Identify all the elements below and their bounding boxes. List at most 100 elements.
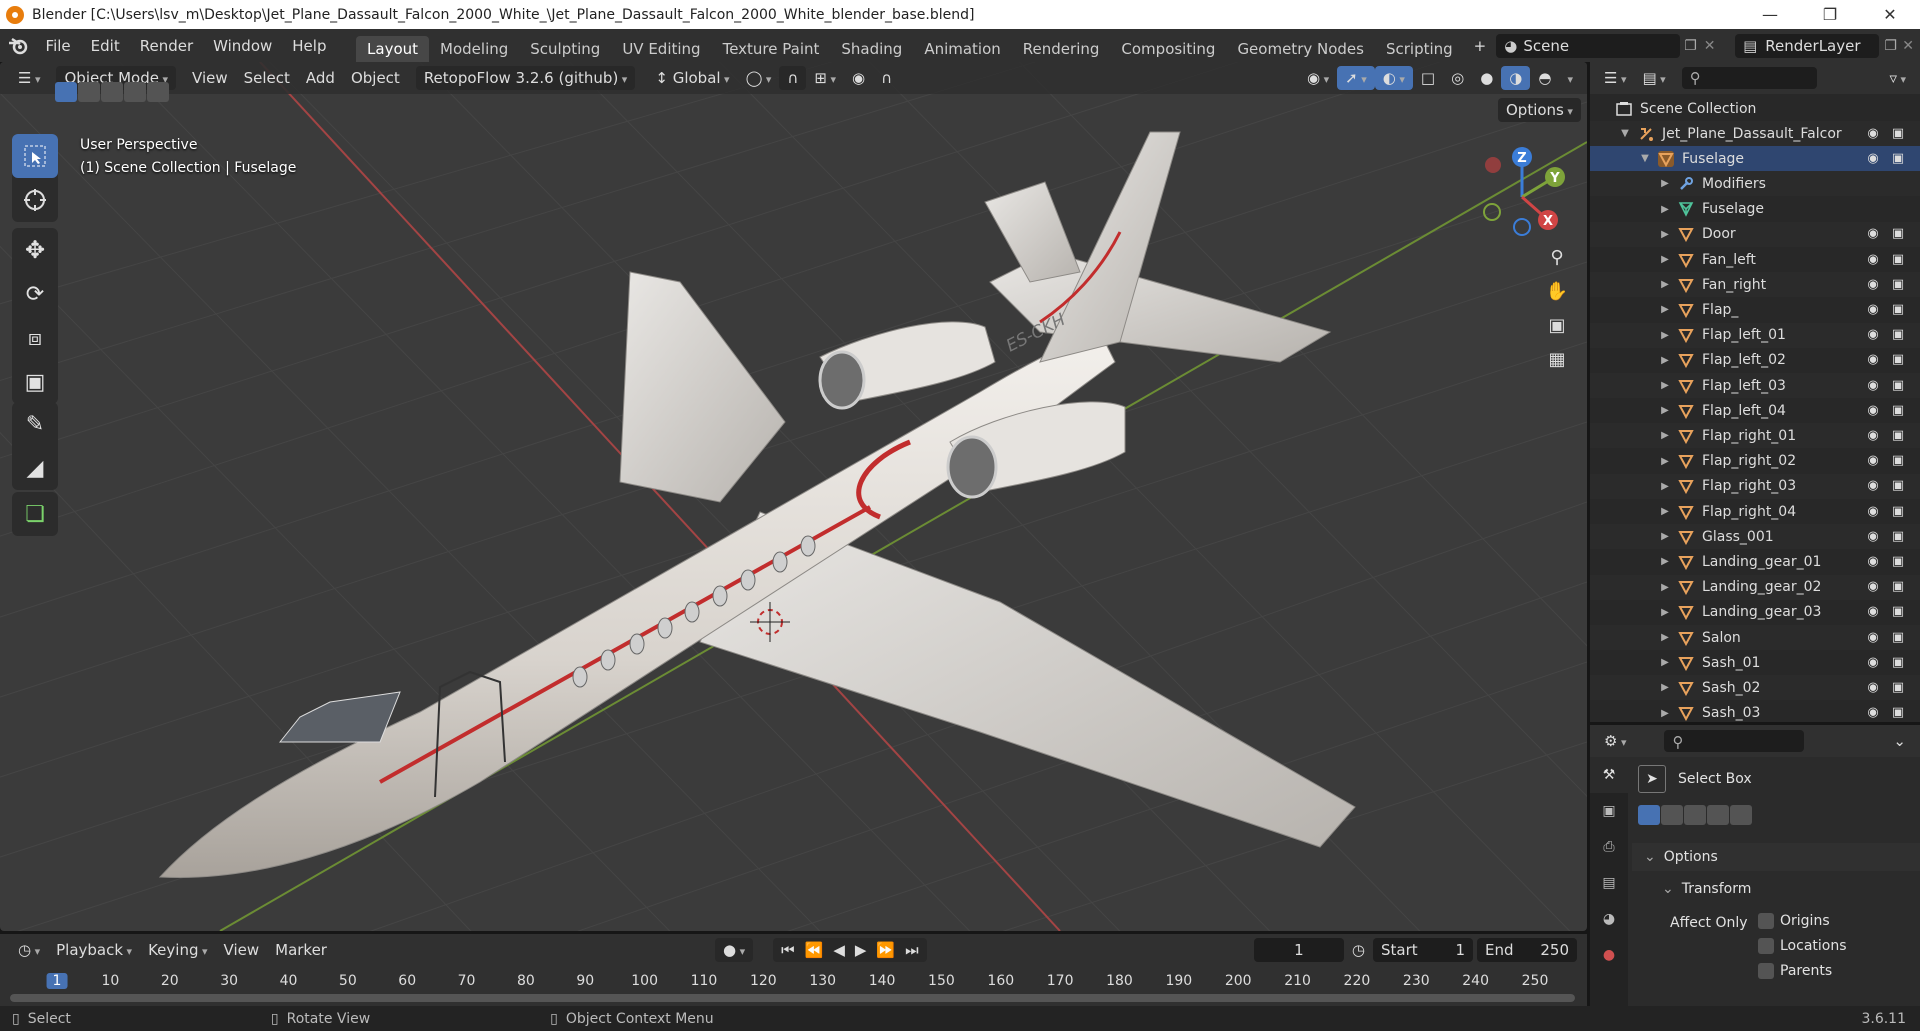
world-tab-icon[interactable]: ● [1590, 937, 1628, 973]
expand-right-icon[interactable]: ▶ [1658, 632, 1672, 643]
left-wing[interactable] [619, 271, 786, 503]
annotate-tool[interactable]: ✎ [12, 402, 58, 446]
render-camera-icon[interactable]: ▣ [1890, 353, 1906, 367]
tab-sculpting[interactable]: Sculpting [519, 36, 611, 62]
outliner-editor-type[interactable]: ☰ [1596, 66, 1634, 90]
left-stabilizer[interactable] [984, 181, 1081, 283]
outliner-root-row[interactable]: Scene Collection [1590, 96, 1920, 121]
shading-material[interactable]: ◑ [1501, 66, 1531, 90]
expand-right-icon[interactable]: ▶ [1658, 229, 1672, 240]
locations-checkbox[interactable]: Locations [1758, 938, 1847, 954]
visibility-eye-icon[interactable]: ◉ [1865, 277, 1881, 292]
tab-texture-paint[interactable]: Texture Paint [712, 36, 831, 62]
menu-edit[interactable]: Edit [81, 37, 130, 55]
shading-wireframe[interactable]: ◎ [1443, 66, 1472, 90]
render-camera-icon[interactable]: ▣ [1890, 227, 1906, 241]
visibility-eye-icon[interactable]: ◉ [1865, 328, 1881, 342]
shading-solid[interactable]: ● [1472, 66, 1501, 90]
render-camera-icon[interactable]: ▣ [1890, 252, 1906, 267]
tool-select-subtract-icon[interactable] [1684, 805, 1706, 825]
visibility-eye-icon[interactable]: ◉ [1865, 630, 1881, 645]
rotate-tool[interactable]: ⟳ [12, 272, 58, 316]
render-layer-selector[interactable]: ▤ RenderLayer [1735, 33, 1880, 58]
outliner-row[interactable]: ▶ Flap_right_03 ◉ ▣ [1590, 473, 1920, 499]
visibility-eye-icon[interactable]: ◉ [1865, 454, 1881, 468]
menu-file[interactable]: File [36, 37, 81, 55]
falloff-selector[interactable]: ∩ [873, 66, 900, 90]
origins-check-box[interactable] [1758, 913, 1774, 929]
delete-layer-icon[interactable]: ✕ [1902, 38, 1920, 54]
expand-right-icon[interactable]: ▶ [1658, 657, 1672, 668]
tab-compositing[interactable]: Compositing [1110, 36, 1226, 62]
render-camera-icon[interactable]: ▣ [1890, 630, 1906, 645]
visibility-eye-icon[interactable]: ◉ [1865, 227, 1881, 241]
tab-uv-editing[interactable]: UV Editing [611, 36, 711, 62]
render-camera-icon[interactable]: ▣ [1890, 479, 1906, 493]
tool-tab-icon[interactable]: ⚒ [1590, 757, 1628, 793]
tab-rendering[interactable]: Rendering [1012, 36, 1111, 62]
3d-viewport[interactable]: ES-CKH ☰ Object Mode View Select Add Obj… [0, 62, 1587, 931]
visibility-eye-icon[interactable]: ◉ [1865, 126, 1881, 141]
add-cube-tool[interactable]: ❏ [12, 492, 58, 536]
tool-select-extend-icon[interactable] [1661, 805, 1683, 825]
expand-right-icon[interactable]: ▶ [1658, 430, 1672, 441]
render-camera-icon[interactable]: ▣ [1890, 504, 1906, 519]
outliner-row[interactable]: ▶ Modifiers [1590, 171, 1920, 197]
visibility-eye-icon[interactable]: ◉ [1865, 580, 1881, 594]
render-camera-icon[interactable]: ▣ [1890, 428, 1906, 443]
outliner-row[interactable]: ▶ Landing_gear_01 ◉ ▣ [1590, 549, 1920, 574]
visibility-eye-icon[interactable]: ◉ [1865, 554, 1881, 569]
render-camera-icon[interactable]: ▣ [1890, 454, 1906, 468]
tab-layout[interactable]: Layout [356, 36, 430, 62]
outliner-row[interactable]: ▶ Landing_gear_03 ◉ ▣ [1590, 600, 1920, 625]
render-camera-icon[interactable]: ▣ [1890, 277, 1906, 292]
overlays-toggle[interactable]: ◐ [1374, 66, 1413, 90]
add-menu[interactable]: Add [298, 66, 343, 90]
tab-geometry-nodes[interactable]: Geometry Nodes [1226, 36, 1375, 62]
shading-rendered[interactable]: ◓ [1530, 66, 1559, 90]
locations-check-box[interactable] [1758, 938, 1774, 954]
render-camera-icon[interactable]: ▣ [1890, 529, 1906, 544]
close-button[interactable]: ✕ [1860, 5, 1920, 24]
expand-right-icon[interactable]: ▶ [1658, 506, 1672, 517]
outliner-row[interactable]: ▶ Sash_01 ◉ ▣ [1590, 650, 1920, 675]
blender-menu-icon[interactable] [0, 37, 36, 55]
select-invert-icon[interactable] [124, 82, 146, 102]
outliner-row[interactable]: ▶ Fan_left ◉ ▣ [1590, 247, 1920, 272]
render-camera-icon[interactable]: ▣ [1890, 605, 1906, 619]
select-intersect-icon[interactable] [147, 82, 169, 102]
select-extend-icon[interactable] [78, 82, 100, 102]
render-camera-icon[interactable]: ▣ [1890, 378, 1906, 393]
render-camera-icon[interactable]: ▣ [1890, 328, 1906, 342]
select-subtract-icon[interactable] [101, 82, 123, 102]
transform-section-header[interactable]: ⌄ Transform [1632, 875, 1920, 903]
pivot-selector[interactable]: ◯ [738, 66, 780, 90]
orthographic-grid-icon[interactable]: ▦ [1540, 342, 1574, 376]
retopoflow-menu[interactable]: RetopoFlow 3.2.6 (github) [415, 66, 636, 90]
visibility-eye-icon[interactable]: ◉ [1865, 529, 1881, 544]
expand-right-icon[interactable]: ▶ [1658, 355, 1672, 366]
outliner-row[interactable]: ▶ Flap_right_02 ◉ ▣ [1590, 449, 1920, 474]
scene-tab-icon[interactable]: ◕ [1590, 901, 1628, 937]
visibility-eye-icon[interactable]: ◉ [1865, 428, 1881, 443]
proportional-edit-toggle[interactable]: ◉ [844, 66, 873, 90]
render-camera-icon[interactable]: ▣ [1890, 706, 1906, 720]
outliner-row[interactable]: ▶ Landing_gear_02 ◉ ▣ [1590, 574, 1920, 600]
expand-right-icon[interactable]: ▶ [1658, 708, 1672, 719]
orientation-selector[interactable]: ↕ Global [647, 66, 737, 90]
outliner-row[interactable]: ▶ Flap_left_01 ◉ ▣ [1590, 322, 1920, 348]
menu-help[interactable]: Help [282, 37, 336, 55]
expand-right-icon[interactable]: ▶ [1658, 178, 1672, 189]
parents-check-box[interactable] [1758, 963, 1774, 979]
outliner-row[interactable]: ▶ Flap_ ◉ ▣ [1590, 297, 1920, 322]
expand-right-icon[interactable]: ▶ [1658, 279, 1672, 290]
visibility-eye-icon[interactable]: ◉ [1865, 655, 1881, 670]
visibility-selector[interactable]: ◉ [1299, 66, 1337, 90]
outliner-row[interactable]: ▶ Flap_left_04 ◉ ▣ [1590, 398, 1920, 423]
view-menu[interactable]: View [184, 66, 236, 90]
gizmo-toggle[interactable]: ➚ [1337, 66, 1375, 90]
render-camera-icon[interactable]: ▣ [1890, 126, 1906, 141]
expand-right-icon[interactable]: ▶ [1658, 481, 1672, 492]
expand-right-icon[interactable]: ▶ [1658, 531, 1672, 542]
menu-window[interactable]: Window [203, 37, 282, 55]
